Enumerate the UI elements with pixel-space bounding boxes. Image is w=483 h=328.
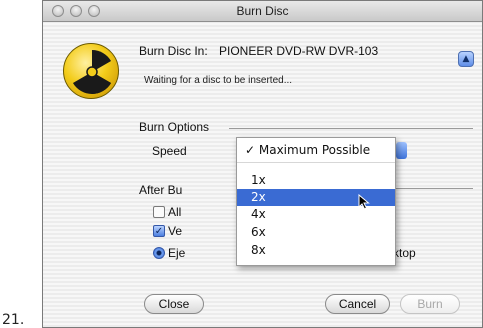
menu-item-maximum-possible[interactable]: ✓ Maximum Possible xyxy=(237,142,395,159)
menu-item-label: 6x xyxy=(251,225,266,239)
speed-popup-button[interactable] xyxy=(396,142,407,159)
verify-option-label: Ve xyxy=(168,224,183,238)
menu-item-label: 4x xyxy=(251,207,266,221)
close-button[interactable]: Close xyxy=(144,294,204,314)
menu-item-label: 8x xyxy=(251,243,266,257)
menu-separator xyxy=(237,162,395,163)
after-burn-option-1-label: All xyxy=(168,205,182,219)
cancel-button[interactable]: Cancel xyxy=(325,294,390,314)
menu-item-2x[interactable]: 2x xyxy=(237,189,395,206)
menu-item-8x[interactable]: 8x xyxy=(237,242,395,259)
checkmark-icon: ✓ xyxy=(154,226,164,237)
burn-button[interactable]: Burn xyxy=(400,294,460,314)
expand-dialog-button[interactable]: ▲ xyxy=(458,51,474,67)
list-number: 21. xyxy=(2,312,25,328)
after-burn-heading: After Bu xyxy=(139,183,183,197)
title-bar[interactable]: Burn Disc xyxy=(43,1,482,22)
burn-disc-window: Burn Disc Burn Disc In: PIONEER DVD-RW D… xyxy=(42,0,483,328)
menu-item-1x[interactable]: 1x xyxy=(237,172,395,189)
mouse-pointer-icon xyxy=(358,194,370,210)
eject-option-label: Eje xyxy=(168,246,186,260)
burn-options-heading: Burn Options xyxy=(139,120,210,134)
menu-item-label: 2x xyxy=(251,190,266,204)
status-text: Waiting for a disc to be inserted... xyxy=(144,75,293,86)
menu-item-6x[interactable]: 6x xyxy=(237,224,395,241)
device-name: PIONEER DVD-RW DVR-103 xyxy=(219,44,379,58)
menu-item-4x[interactable]: 4x xyxy=(237,206,395,223)
speed-menu: ✓ Maximum Possible 1x 2x 4x 6x 8x xyxy=(236,137,396,266)
burn-in-label: Burn Disc In: xyxy=(139,44,208,58)
speed-label: Speed xyxy=(152,144,187,158)
after-burn-checkbox-1[interactable] xyxy=(153,206,165,218)
divider xyxy=(229,128,473,129)
eject-radio[interactable] xyxy=(153,247,165,259)
menu-item-label: Maximum Possible xyxy=(258,143,371,157)
menu-item-label: 1x xyxy=(251,173,266,187)
window-title: Burn Disc xyxy=(236,4,289,18)
triangle-up-icon: ▲ xyxy=(462,53,470,64)
verify-checkbox[interactable]: ✓ xyxy=(153,225,165,237)
burn-radiation-icon xyxy=(63,43,119,99)
checkmark-icon: ✓ xyxy=(245,143,259,157)
